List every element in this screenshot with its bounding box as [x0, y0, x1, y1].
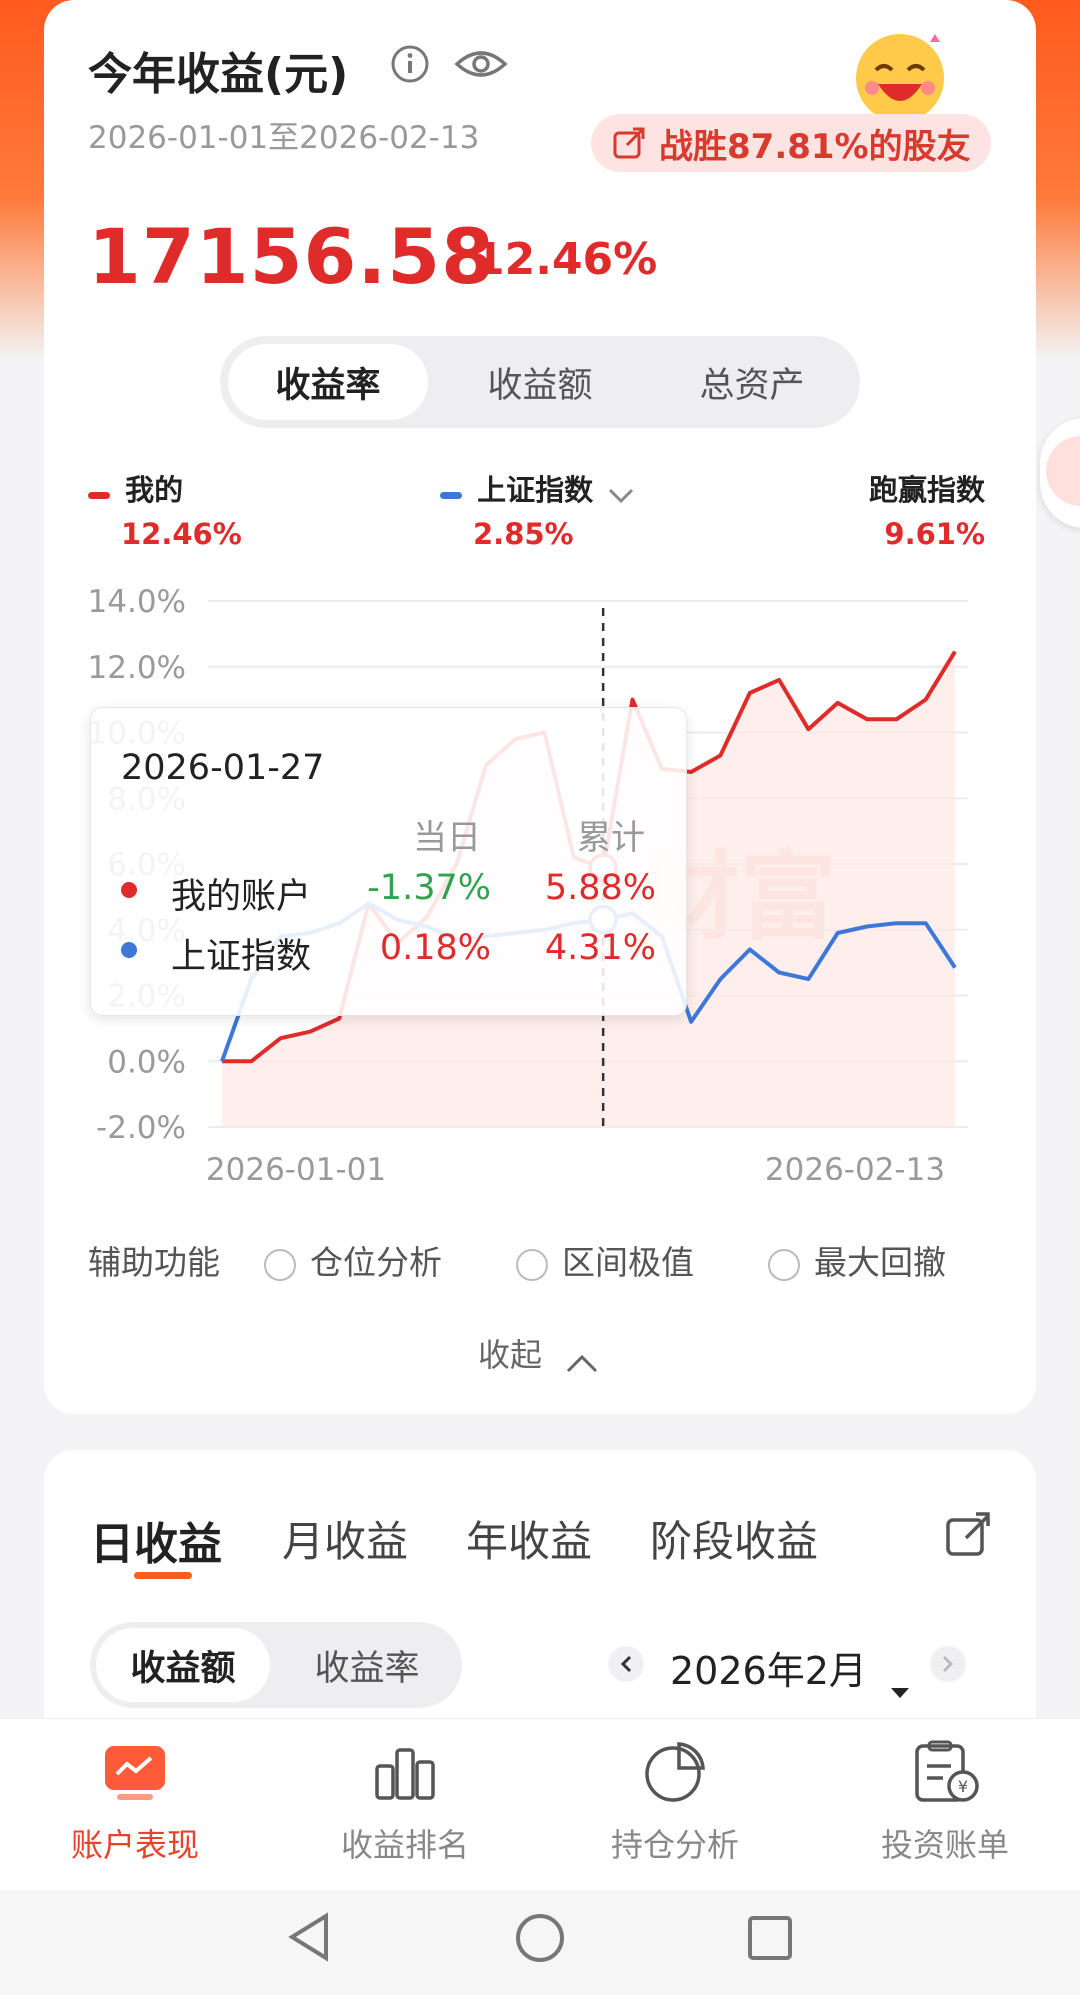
y-tick-label: 14.0% [88, 584, 186, 620]
tooltip-row-name: 我的账户 [171, 877, 312, 917]
y-tick-label: 12.0% [88, 650, 186, 686]
recents-icon[interactable] [746, 1914, 794, 1962]
nav-label: 持仓分析 [610, 1826, 739, 1864]
legend-beat-value: 9.61% [884, 517, 985, 551]
month-picker[interactable]: 2026年2月 [670, 1640, 911, 1698]
chart-tooltip: 2026-01-27 当日 累计 我的账户 -1.37% 5.88% 上证指数 … [90, 707, 687, 1016]
tab-daily-underline [134, 1572, 192, 1579]
collapse-button[interactable]: 收起 [478, 1330, 600, 1376]
aux-option-label: 区间极值 [562, 1243, 694, 1282]
tab-total-assets[interactable]: 总资产 [652, 344, 852, 420]
legend-mine[interactable]: 我的 [88, 467, 183, 509]
legend-mine-swatch [88, 492, 110, 499]
legend-index[interactable]: 上证指数 [440, 467, 636, 509]
aux-option-label: 最大回撤 [814, 1243, 946, 1282]
tooltip-row-mine: 我的账户 -1.37% 5.88% [91, 868, 686, 918]
tooltip-dot-red [121, 882, 137, 898]
tab-yield-rate[interactable]: 收益率 [228, 344, 428, 420]
chevron-right-icon [942, 1655, 954, 1673]
y-tick-label: -2.0% [96, 1110, 186, 1146]
bill-icon: ¥ [913, 1740, 981, 1804]
tooltip-row-day: 0.18% [379, 928, 491, 968]
nav-label: 投资账单 [880, 1826, 1009, 1864]
svg-text:¥: ¥ [958, 1777, 968, 1796]
nav-earnings-ranking[interactable]: 收益排名 [270, 1730, 540, 1880]
aux-max-drawdown[interactable]: 最大回撤 [768, 1236, 946, 1284]
prev-month-button[interactable] [608, 1646, 644, 1682]
legend-index-swatch [440, 492, 462, 499]
beat-badge[interactable]: 战胜87.81%的股友 [591, 114, 991, 172]
legend-beat-name: 跑赢指数 [868, 473, 985, 507]
next-month-button[interactable] [930, 1646, 966, 1682]
tooltip-row-total: 5.88% [544, 868, 656, 908]
aux-position-analysis[interactable]: 仓位分析 [264, 1236, 442, 1284]
total-rate: 12.46% [474, 234, 658, 285]
chevron-up-icon [564, 1345, 600, 1373]
tab-monthly[interactable]: 月收益 [282, 1508, 408, 1569]
tooltip-row-total: 4.31% [544, 928, 656, 968]
bar-chart-icon [373, 1744, 437, 1802]
nav-holdings-analysis[interactable]: 持仓分析 [540, 1730, 810, 1880]
tab-daily[interactable]: 日收益 [90, 1508, 222, 1572]
y-tick-label: 0.0% [107, 1044, 186, 1080]
aux-range-extreme[interactable]: 区间极值 [516, 1236, 694, 1284]
system-nav-bar [0, 1890, 1080, 1995]
collapse-label: 收起 [478, 1336, 543, 1374]
page-title: 今年收益(元) [88, 49, 349, 100]
daily-metric-toggle: 收益额 收益率 [90, 1622, 462, 1708]
tooltip-dot-blue [121, 942, 137, 958]
toggle-rate[interactable]: 收益率 [280, 1628, 454, 1702]
legend-mine-value: 12.46% [121, 517, 242, 551]
date-range: 2026-01-01至2026-02-13 [88, 120, 480, 156]
radio-icon [768, 1248, 800, 1281]
chevron-left-icon [620, 1655, 632, 1673]
performance-icon [103, 1744, 167, 1802]
metric-tabs: 收益率 收益额 总资产 [220, 336, 860, 428]
month-label: 2026年2月 [670, 1649, 867, 1693]
tooltip-row-day: -1.37% [367, 868, 491, 908]
tooltip-col-day: 当日 [413, 818, 481, 858]
tooltip-date: 2026-01-27 [121, 748, 325, 788]
x-tick-label: 2026-01-01 [206, 1152, 386, 1180]
aux-label: 辅助功能 [88, 1243, 220, 1282]
toggle-amount[interactable]: 收益额 [96, 1628, 270, 1702]
legend-index-name: 上证指数 [477, 473, 594, 507]
eye-icon[interactable] [454, 44, 508, 84]
nav-label: 收益排名 [340, 1826, 469, 1864]
chevron-down-icon [606, 486, 636, 506]
legend-mine-name: 我的 [125, 473, 184, 507]
tooltip-row-name: 上证指数 [171, 937, 312, 977]
tab-yield-amount[interactable]: 收益额 [440, 344, 640, 420]
nav-account-performance[interactable]: 账户表现 [0, 1730, 270, 1880]
nav-label: 账户表现 [70, 1826, 199, 1864]
legend-index-value: 2.85% [473, 517, 574, 551]
radio-icon [264, 1248, 296, 1281]
share-icon [611, 125, 647, 161]
floating-side-icon[interactable] [1040, 418, 1080, 528]
x-tick-label: 2026-02-13 [765, 1152, 945, 1180]
aux-option-label: 仓位分析 [310, 1243, 442, 1282]
beat-badge-text: 战胜87.81%的股友 [659, 126, 971, 167]
tab-period[interactable]: 阶段收益 [650, 1508, 818, 1569]
tooltip-col-total: 累计 [577, 818, 645, 858]
tooltip-row-index: 上证指数 0.18% 4.31% [91, 928, 686, 978]
nav-investment-bill[interactable]: ¥ 投资账单 [810, 1730, 1080, 1880]
total-earnings: 17156.58 [88, 212, 496, 301]
radio-icon [516, 1248, 548, 1281]
tab-yearly[interactable]: 年收益 [466, 1508, 592, 1569]
smile-emoji-icon [838, 26, 958, 126]
info-icon[interactable] [390, 44, 430, 84]
home-icon[interactable] [514, 1912, 566, 1964]
caret-down-icon [889, 1666, 911, 1698]
back-icon[interactable] [286, 1912, 332, 1962]
pie-chart-icon [643, 1740, 707, 1804]
share-icon[interactable] [944, 1508, 994, 1558]
